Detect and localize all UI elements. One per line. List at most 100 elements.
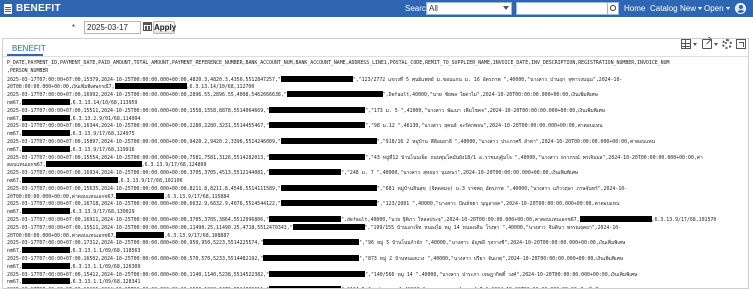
redaction-block — [292, 223, 365, 230]
csv-text: ","140/566 หมู 14 ",40000,"นางสาว ปาระภา… — [365, 271, 638, 278]
csv-text: 2025-03-17T07:00:00+07:00,16934,2024-10-… — [7, 170, 270, 177]
search-icon[interactable] — [608, 2, 619, 15]
calendar-icon[interactable] — [143, 22, 152, 31]
csv-text: nm67, — [7, 248, 22, 255]
apply-button[interactable]: Apply — [153, 21, 176, 34]
redaction-block — [45, 161, 142, 168]
csv-text: nm67, — [7, 177, 22, 184]
csv-text: ,6.3.13.9/17/68,101570 — [651, 216, 717, 223]
csv-text: ,6.3.13.1.1/09/68,126309 — [69, 263, 141, 270]
csv-text: 2025-03-17T07:00:00+07:00,17312,2024-10-… — [7, 240, 264, 247]
nav-catalog[interactable]: Catalog — [650, 4, 678, 13]
csv-text: 2025-03-17T07:00:00+07:00,16344,2024-10-… — [7, 123, 270, 130]
nav-home[interactable]: Home — [624, 4, 645, 13]
tab-benefit[interactable]: BENEFIT — [12, 44, 46, 53]
parameter-bar: * 2025-03-17 Apply — [0, 17, 753, 37]
table-view-icon[interactable] — [681, 39, 691, 49]
csv-text: ,6.3.13.1.1/09/68,118563 — [69, 248, 141, 255]
csv-data-line: 2025-03-17T07:00:00+07:00,15379,2024-10-… — [7, 75, 747, 84]
csv-text: ","104 5 บ้านปางกลาง ",40000,"นางสาว อาภ… — [341, 287, 606, 288]
chevron-down-icon[interactable] — [693, 43, 697, 46]
csv-data-line: nm67, ,6.3.13.9/17/68,102106 — [7, 176, 747, 185]
report-output: P_DATE,PAYMENT_ID,PAYMENT_DATE,PAID_AMOU… — [7, 60, 747, 288]
search-input[interactable] — [516, 2, 608, 15]
chevron-down-icon[interactable] — [714, 43, 718, 46]
expand-icon[interactable] — [736, 39, 746, 49]
csv-data-line: nm67, ,6.3.13.14/10/68,113959 — [7, 98, 747, 107]
nav-new[interactable]: New — [680, 4, 703, 13]
report-panel: BENEFIT P_DATE,PAYMENT_ID,PAYMENT_DATE,P… — [2, 38, 749, 289]
redaction-block — [21, 247, 70, 254]
csv-data-line: 2025-03-17T07:00:00+07:00,15511,2024-10-… — [7, 106, 747, 115]
csv-data-line: 2025-03-17T07:00:00+07:00,15897,2024-10-… — [7, 137, 747, 146]
chevron-down-icon — [503, 6, 509, 10]
csv-text: 2025-03-17T07:00:00+07:00,15635,2024-10-… — [7, 185, 281, 192]
csv-text: 20T00:00:00.000+00:00,ค่าตอบแทนเอกช67, — [7, 193, 117, 200]
csv-data-line: 20T00:00:00.000+00:00,ค่าตอบแทนเอกช67, ,6… — [7, 192, 747, 201]
csv-text: ",default,40000,"นาย ฐิติภา ใหลลประจุ",2… — [341, 216, 580, 223]
csv-data-line: 2025-03-17T07:00:00+07:00,16934,2024-10-… — [7, 169, 747, 177]
date-field[interactable]: 2025-03-17 — [84, 21, 141, 34]
redaction-block — [21, 208, 70, 215]
csv-text: ตอบแทนเอกช67, — [7, 162, 46, 169]
redaction-block — [269, 169, 342, 176]
csv-text: ",Default,40000,"นาย ชัยพล ใยตาไม",2024-… — [382, 92, 598, 99]
csv-data-line: 2025-03-17T07:00:00+07:00,15554,2024-10-… — [7, 153, 747, 162]
csv-text: 2025-03-17T07:00:00+07:00,16181,2024-10-… — [7, 287, 269, 288]
csv-text: ,6.3.13.9/17/68,124975 — [69, 131, 135, 138]
redaction-block — [280, 75, 353, 82]
csv-text: ,6.3.13.9/17/68,130029 — [69, 209, 135, 216]
redaction-block — [269, 153, 366, 160]
csv-text: ,6.3.13.1.1/09/68,128341 — [69, 279, 141, 286]
redaction-block — [269, 106, 366, 113]
csv-text: 2025-03-17T07:00:00+07:00,15379,2024-10-… — [7, 76, 281, 83]
export-icon[interactable] — [702, 39, 712, 49]
csv-text: ,6.3.13.9/17/68,108887 — [164, 232, 230, 239]
csv-data-line: nm67, ,6.3.13.9/17/68,130029 — [7, 208, 747, 216]
redaction-block — [21, 262, 70, 269]
csv-text: ,6.3.13.9/17/68,115884 — [164, 193, 230, 200]
csv-text: ,6.3.13.9/17/68,119916 — [69, 146, 135, 153]
csv-text: nm67, — [7, 279, 22, 286]
app-brand[interactable]: BENEFIT — [0, 0, 61, 17]
csv-data-line: 2025-03-17T07:00:00+07:00,16911,2024-10-… — [7, 215, 747, 224]
csv-data-line: nm67, ,6.3.13.1.1/09/68,126309 — [7, 262, 747, 271]
csv-text: 2025-03-17T07:00:00+07:00,16992,2024-10-… — [7, 92, 287, 99]
required-marker: * — [72, 23, 76, 32]
search-scope-select[interactable]: All — [426, 2, 512, 15]
redaction-block — [21, 145, 70, 152]
csv-text: 2025-03-17T07:00:00+07:00,15511,2024-10-… — [7, 107, 270, 114]
csv-text: ","681 หมู่บ้านสินสุข (จิตตสมจ) ม.3 ราชพ… — [376, 185, 628, 192]
redaction-block — [21, 176, 118, 183]
csv-text: ","98 ม.12 ",46130,"นางสาว สุคนธ์ จะรัตก… — [365, 123, 603, 130]
gear-icon[interactable] — [722, 39, 732, 49]
csv-text: nm67, — [7, 209, 22, 216]
csv-data-line: 2025-03-17T07:00:00+07:00,17312,2024-10-… — [7, 239, 747, 247]
csv-text: 2025-03-17T07:00:00+07:00,15897,2024-10-… — [7, 138, 281, 145]
csv-text: 2025-03-17T07:00:00+07:00,16718,2024-10-… — [7, 201, 281, 208]
csv-text: ,6.3.13.14/10/68,113959 — [69, 99, 138, 106]
redaction-block — [269, 270, 366, 277]
csv-text: nm67, — [7, 131, 22, 138]
csv-data-line: 20T00:00:00.000+00:00,ค่าตอบแทนเอกช67, ,6… — [7, 231, 747, 240]
csv-text: nm67, — [7, 263, 22, 270]
redaction-block — [116, 231, 165, 238]
redaction-block — [114, 83, 187, 90]
user-avatar-icon[interactable] — [735, 3, 746, 14]
report-title: BENEFIT — [16, 3, 61, 14]
nav-open[interactable]: Open — [704, 4, 730, 13]
redaction-block — [280, 184, 377, 191]
redaction-block — [269, 286, 342, 288]
csv-text: ,6.3.13.9/17/68,124899 — [141, 162, 207, 169]
csv-header-line: P_DATE,PAYMENT_ID,PAYMENT_DATE,PAID_AMOU… — [7, 60, 670, 66]
redaction-block — [21, 278, 70, 285]
csv-data-line: nm67, ,6.3.13.1.1/09/68,128341 — [7, 278, 747, 286]
redaction-block — [280, 137, 377, 144]
csv-data-line: nm67, ,6.3.13.2.9/01/68,114994 — [7, 114, 747, 123]
report-lines: 2025-03-17T07:00:00+07:00,15379,2024-10-… — [7, 75, 747, 288]
csv-data-line: 2025-03-17T07:00:00+07:00,16718,2024-10-… — [7, 200, 747, 208]
csv-data-line: 2025-03-17T07:00:00+07:00,16344,2024-10-… — [7, 122, 747, 130]
csv-text: ","123/2772 แขวงที่ 5 ศุนย์แพทย์ ม.ขอนแก… — [352, 76, 623, 83]
csv-text: nm67, — [7, 146, 22, 153]
csv-text: 2025-03-17T07:00:00+07:00,15511,2024-10-… — [7, 224, 293, 231]
